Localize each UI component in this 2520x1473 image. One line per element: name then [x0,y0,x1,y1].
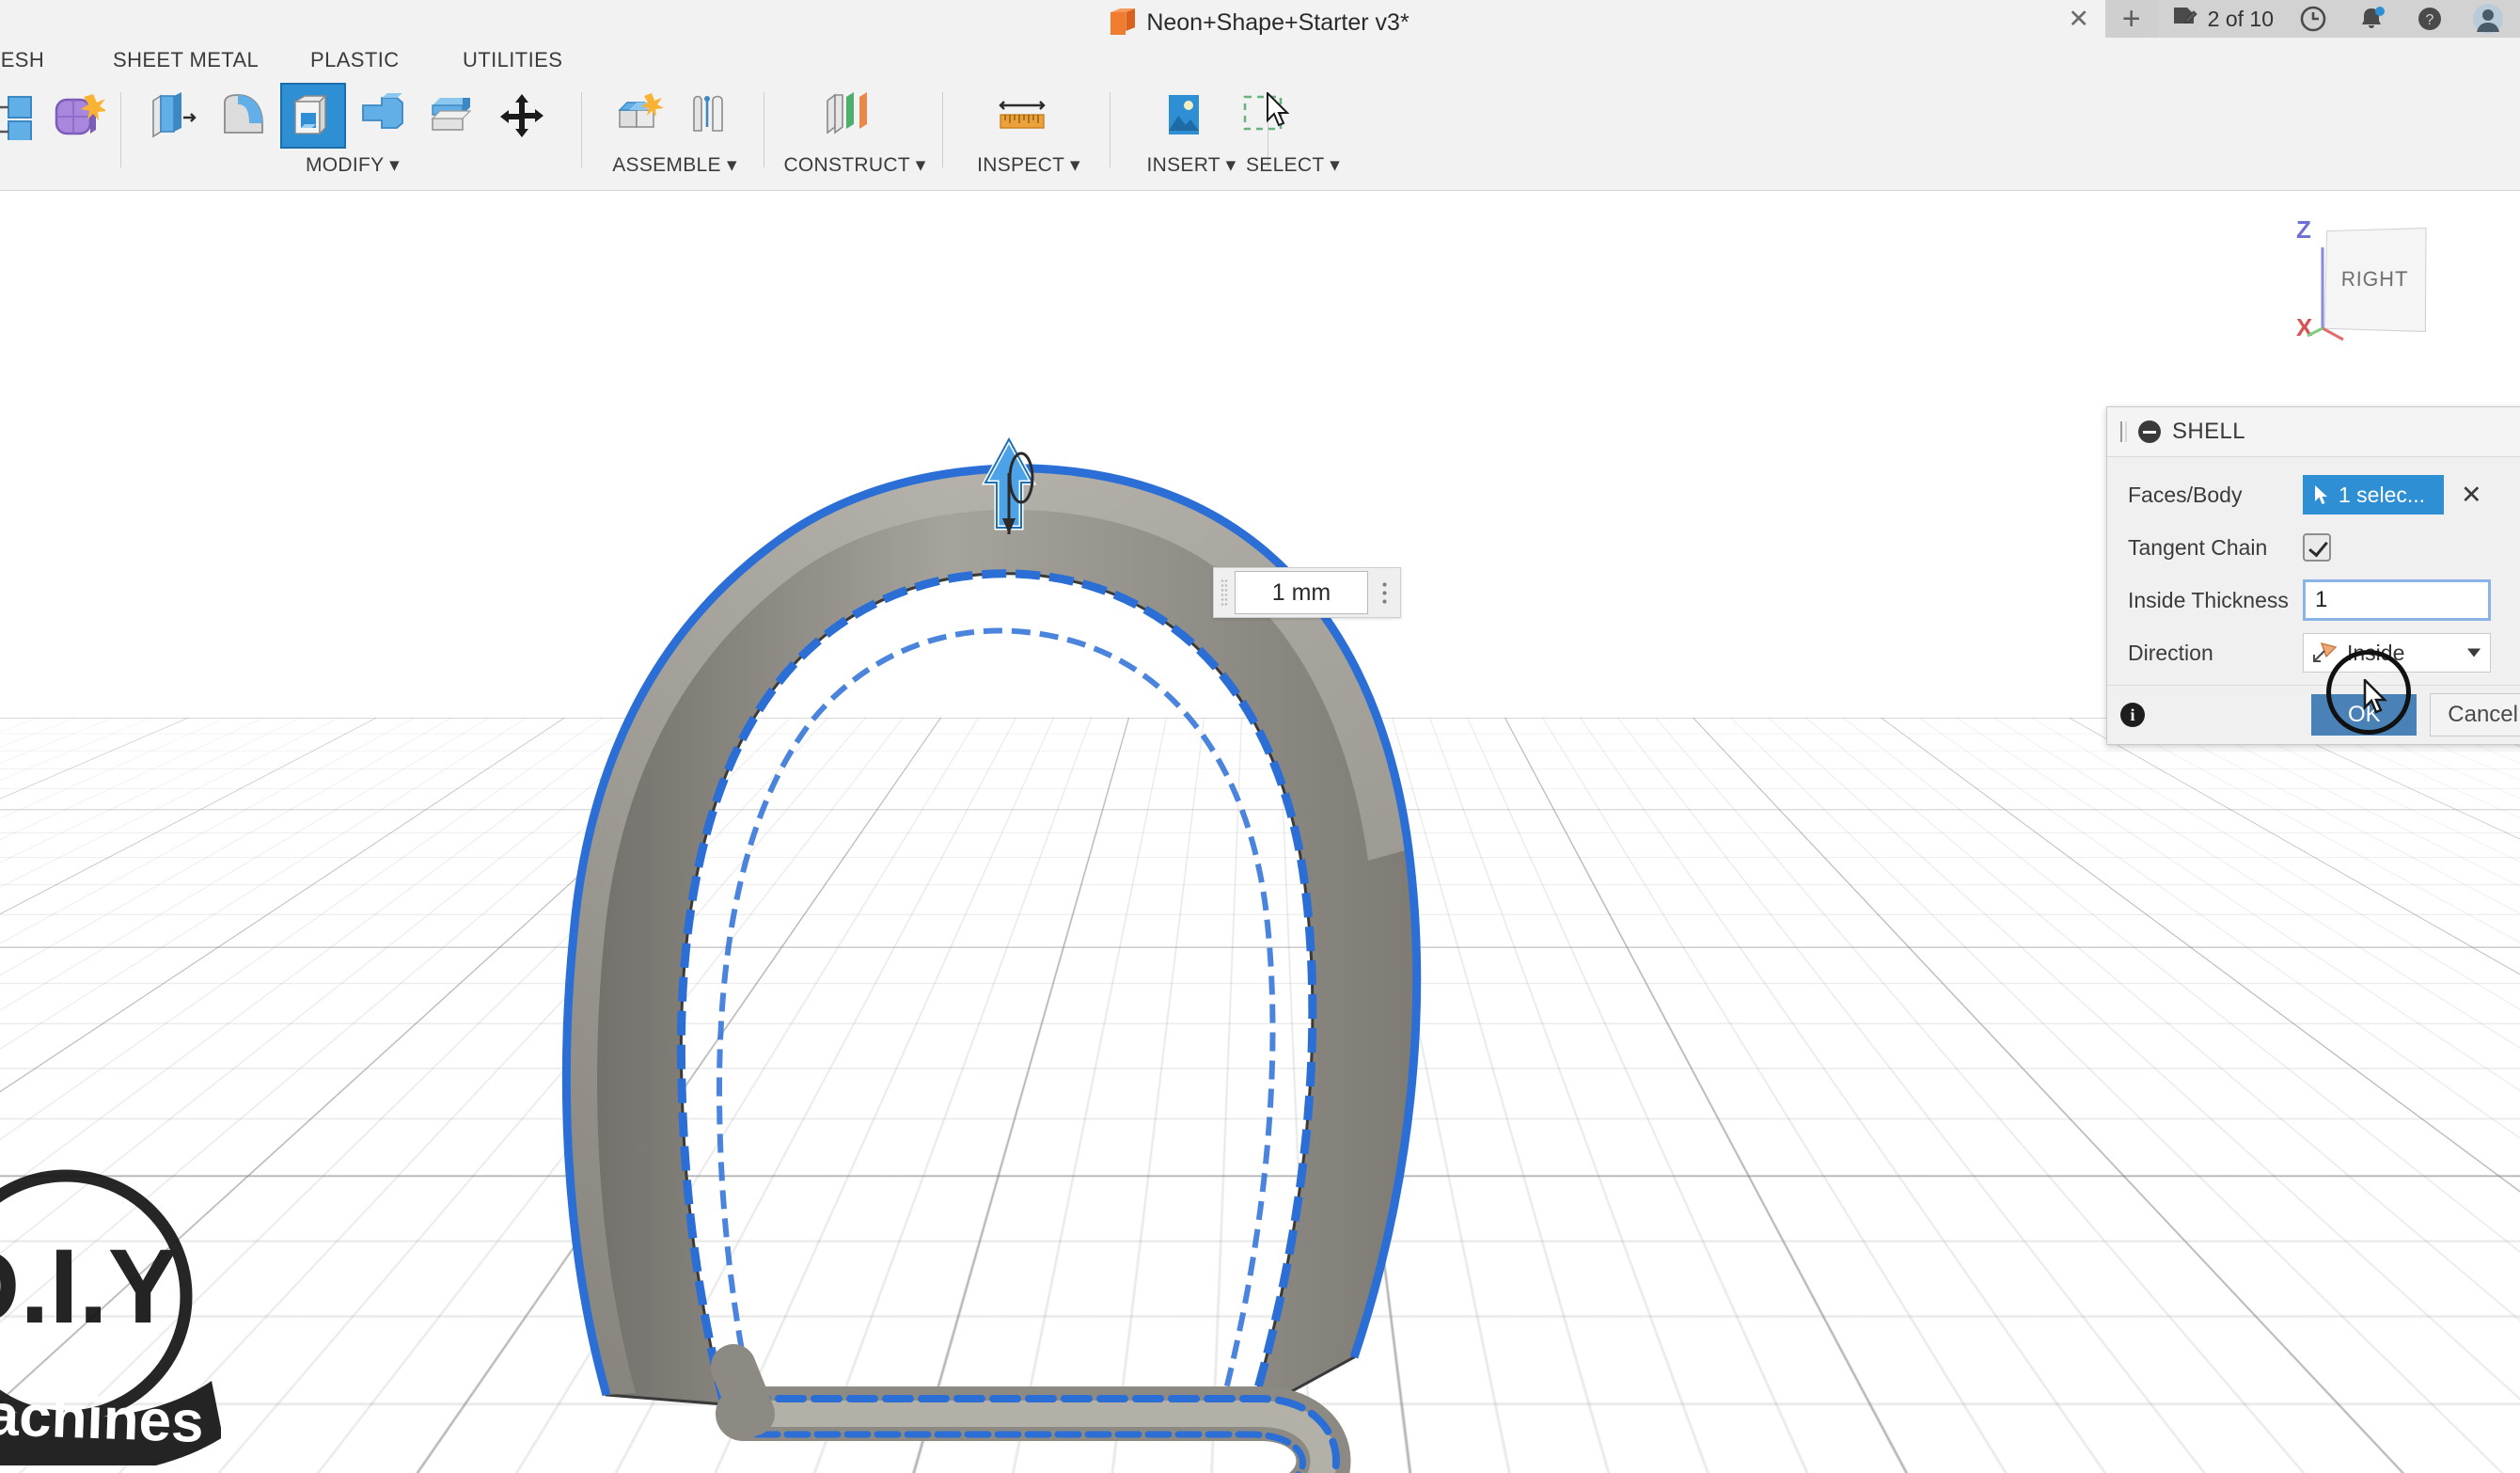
lightbulb-body-model[interactable] [0,191,2520,1473]
chevron-down-icon[interactable] [2467,649,2481,657]
shell-dialog-footer: i OK Cancel [2107,685,2520,744]
mouse-cursor-select [1266,92,1292,128]
title-bar: Neon+Shape+Starter v3* ✕ + 2 of 10 ? [0,0,2520,45]
avatar[interactable] [2469,0,2507,38]
filament-serpentine[interactable] [704,1367,1336,1473]
tab-controls: ✕ + 2 of 10 ? [2053,0,2520,38]
manipulator-overflow-menu[interactable] [1368,568,1400,617]
collapse-icon[interactable] [2138,420,2161,443]
clock-icon[interactable] [2294,0,2332,38]
close-tab-button[interactable]: ✕ [2053,0,2105,38]
pattern-icon[interactable] [0,83,41,149]
manipulator-value-input[interactable]: 1 mm [1235,571,1368,614]
page-title: Neon+Shape+Starter v3* [1146,9,1409,37]
info-icon[interactable]: i [2120,703,2145,727]
dimension-manipulator[interactable]: 1 mm [1213,567,1401,618]
new-tab-button[interactable]: + [2105,0,2158,38]
faces-body-label: Faces/Body [2128,483,2303,508]
help-icon[interactable]: ? [2411,0,2449,38]
ribbon-group-inspect-label[interactable]: INSPECT ▾ [953,153,1104,177]
faces-body-select-button[interactable]: 1 selec... [2303,475,2444,515]
row-inside-thickness: Inside Thickness 1 [2107,574,2520,626]
ribbon-group-modify: MODIFY ▾ [132,79,574,190]
joint-icon[interactable] [677,83,743,149]
shell-dialog-body: Faces/Body 1 selec... ✕ Tangent Chain In… [2107,457,2520,685]
shell-icon[interactable] [280,83,346,149]
new-component-icon[interactable] [607,83,673,149]
orange-cube-icon [1110,8,1135,37]
dialog-title: SHELL [2172,419,2245,445]
fillet-icon[interactable] [211,83,276,149]
row-tangent-chain: Tangent Chain [2107,521,2520,574]
shell-dialog[interactable]: SHELL Faces/Body 1 selec... ✕ Tangent Ch [2106,406,2520,745]
ribbon-group-create [0,79,98,190]
ribbon-group-modify-label[interactable]: MODIFY ▾ [132,153,574,177]
cancel-button[interactable]: Cancel [2430,693,2520,736]
ribbon-tab-plastic[interactable]: PLASTIC [310,41,400,79]
ribbon-group-construct-label[interactable]: CONSTRUCT ▾ [775,153,935,177]
ribbon-toolbar: MODIFY ▾ ASSEMBLE ▾ CONSTRUCT ▾ INSPECT … [0,79,2520,191]
viewport-3d[interactable]: 1 mm RIGHT Z X D.I.Y machines SHELL Face… [0,191,2520,1473]
tangent-chain-checkbox[interactable] [2303,533,2331,562]
titlebar-right-group: 2 of 10 ? [2158,0,2520,38]
direction-label: Direction [2128,641,2303,666]
move-copy-icon[interactable] [489,83,555,149]
inside-direction-icon [2311,641,2338,664]
form-create-icon[interactable] [45,83,111,149]
insert-image-icon[interactable] [1151,83,1217,149]
ribbon-group-construct: CONSTRUCT ▾ [775,79,935,190]
edit-count-label: 2 of 10 [2208,7,2274,32]
ribbon-group-select-label[interactable]: SELECT ▾ [1213,153,1373,177]
press-pull-icon[interactable] [141,83,207,149]
view-cube[interactable]: RIGHT Z X [2285,208,2454,358]
row-faces-body: Faces/Body 1 selec... ✕ [2107,468,2520,521]
ribbon-tab-sheet-metal[interactable]: SHEET METAL [113,41,259,79]
ribbon-group-assemble-label[interactable]: ASSEMBLE ▾ [592,153,757,177]
mouse-cursor-ok [2363,679,2389,715]
ribbon-group-inspect: INSPECT ▾ [953,79,1104,190]
row-direction: Direction Inside [2107,626,2520,679]
ribbon-tab-row: MESH SHEET METAL PLASTIC UTILITIES [0,41,2520,79]
view-cube-axis-tripod [2306,242,2347,345]
inside-thickness-label: Inside Thickness [2128,588,2303,613]
measure-icon[interactable] [989,83,1055,149]
manipulator-drag-handle[interactable] [1214,568,1235,617]
split-body-icon[interactable] [419,83,485,149]
tangent-chain-label: Tangent Chain [2128,535,2303,561]
ribbon-group-select: SELECT ▾ [1213,79,1373,190]
watermark-line2: machines [0,1381,205,1455]
file-edit-icon [2171,6,2199,32]
svg-text:?: ? [2426,12,2434,28]
ribbon-group-assemble: ASSEMBLE ▾ [592,79,757,190]
watermark-line1: D.I.Y [0,1228,178,1345]
axis-label-z: Z [2296,215,2311,245]
ribbon-tab-mesh[interactable]: MESH [0,41,44,79]
cursor-arrow-icon [2314,484,2330,506]
ribbon-tab-utilities[interactable]: UTILITIES [463,41,562,79]
bell-icon[interactable] [2353,0,2390,38]
clear-selection-icon[interactable]: ✕ [2457,483,2486,508]
offset-plane-icon[interactable] [816,83,882,149]
faces-body-value: 1 selec... [2339,483,2425,508]
edit-count-indicator[interactable]: 2 of 10 [2171,6,2274,32]
dialog-drag-grip[interactable] [2120,421,2127,442]
diy-machines-watermark: D.I.Y machines [0,1155,221,1465]
combine-icon[interactable] [350,83,416,149]
shell-dialog-header[interactable]: SHELL [2107,407,2520,457]
inside-thickness-input[interactable]: 1 [2303,579,2491,621]
